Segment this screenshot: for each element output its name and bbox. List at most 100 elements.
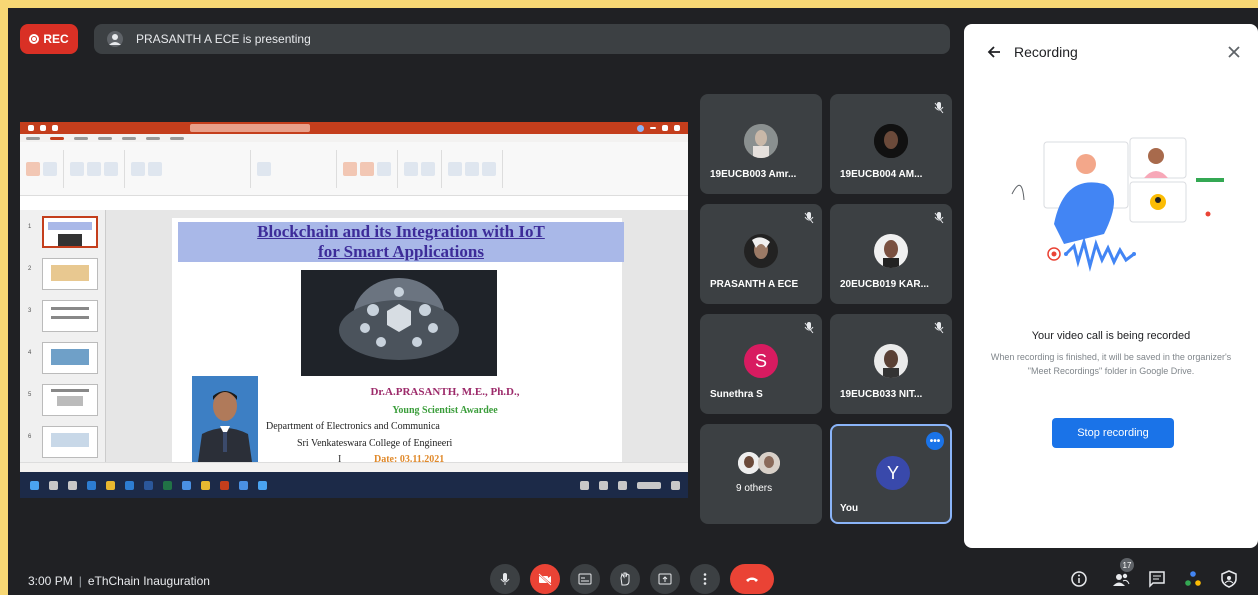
slide-thumbnail [42,384,98,416]
participant-initial-avatar: S [744,344,778,378]
word-icon [144,480,153,490]
current-time: 3:00 PM [28,574,73,588]
other-avatar [738,452,760,474]
save-icon [40,125,46,131]
shared-screen: 1 2 3 4 5 6 Blockchain and its Integrati… [20,122,688,498]
mic-button[interactable] [490,564,520,594]
tab-placeholder [98,136,112,140]
self-name: You [840,503,859,514]
store-icon [125,480,134,490]
speaker-name: Dr.A.PRASANTH, M.E., Ph.D., [370,386,520,398]
self-initial-avatar: Y [876,456,910,490]
ribbon-group [404,149,442,188]
speaker-photo [192,376,258,462]
wifi-icon [599,480,608,490]
ribbon-group [257,149,337,188]
participant-name: PRASANTH A ECE [710,279,799,290]
participant-avatar [744,234,778,268]
mic-off-icon [804,212,814,224]
leave-call-button[interactable] [730,564,774,594]
slide-thumbnail [42,426,98,458]
minimize-icon [650,127,656,129]
raise-hand-button[interactable] [610,564,640,594]
edge-icon [87,480,96,490]
more-options-button[interactable] [690,564,720,594]
ppt-ribbon-tabs [20,134,688,142]
speaker-award: Young Scientist Awardee [392,405,498,416]
present-screen-icon [658,573,672,585]
slide-thumbnail [42,258,98,290]
close-icon[interactable] [1224,42,1244,62]
host-controls-icon[interactable] [1220,570,1238,588]
slide-thumbnail [42,216,98,248]
mic-off-icon [934,322,944,334]
undo-icon [52,125,58,131]
other-avatar [758,452,780,474]
captions-button[interactable] [570,564,600,594]
ppt-status-bar [20,462,688,472]
ppt-workspace: 1 2 3 4 5 6 Blockchain and its Integrati… [20,210,688,465]
presenting-text: PRASANTH A ECE is presenting [136,32,311,46]
captions-icon [578,573,592,585]
ppt-search-box [190,124,310,132]
participant-tile[interactable]: 19EUCB003 Amr... [700,94,822,194]
hand-icon [620,572,630,586]
presenting-banner: PRASANTH A ECE is presenting [94,24,950,54]
participant-tile[interactable]: S Sunethra S [700,314,822,414]
windows-taskbar [20,472,688,498]
others-count: 9 others [736,483,773,494]
notification-center-icon [671,480,680,490]
tray-clock [637,481,661,489]
meet-window: REC PRASANTH A ECE is presenting 1 2 3 4… [8,8,1258,595]
close-window-icon [674,125,680,131]
camera-button[interactable] [530,564,560,594]
slide-thumbnails: 1 2 3 4 5 6 [20,210,106,462]
more-vert-icon [703,573,707,585]
tray-icon [580,480,589,490]
powerpoint-icon [220,480,229,490]
people-icon[interactable] [1112,570,1130,588]
search-icon [49,480,58,490]
recording-panel: Recording Your video call is being recor… [964,24,1258,548]
meeting-details-icon[interactable] [1070,570,1088,588]
recording-illustration [1011,137,1224,272]
slide-thumbnail [42,300,98,332]
iot-hand-illustration [301,270,497,376]
chat-icon[interactable] [1148,570,1166,588]
activities-icon[interactable] [1184,570,1202,588]
ribbon-group [131,149,251,188]
taskview-icon [68,480,77,490]
recording-indicator[interactable]: REC [20,24,78,54]
slide-title-line2: for Smart Applications [318,242,484,261]
participant-name: 19EUCB003 Amr... [710,169,797,180]
speaker-college: Sri Venkateswara College of Engineeri [297,438,453,449]
participant-name: 19EUCB004 AM... [840,169,923,180]
slide-thumbnail [42,342,98,374]
self-tile[interactable]: ••• Y You [830,424,952,524]
participant-tile[interactable]: 19EUCB004 AM... [830,94,952,194]
slide-title: Blockchain and its Integration with IoT … [178,222,624,262]
app-icon [258,480,267,490]
tab-placeholder [74,136,88,140]
user-avatar-icon [637,124,644,132]
ribbon-group [343,149,398,188]
panel-title: Recording [1014,44,1078,60]
stop-recording-button[interactable]: Stop recording [1052,418,1174,448]
present-button[interactable] [650,564,680,594]
mic-off-icon [934,212,944,224]
ribbon-group [26,149,64,188]
participant-avatar [874,124,908,158]
participant-avatar [874,344,908,378]
participant-tile[interactable]: PRASANTH A ECE [700,204,822,304]
back-arrow-icon[interactable] [984,42,1004,62]
ppt-ribbon [20,142,688,196]
recording-headline: Your video call is being recorded [1031,330,1191,342]
others-tile[interactable]: 9 others [700,424,822,524]
tab-placeholder [170,136,184,140]
more-options-icon[interactable]: ••• [926,432,944,450]
participant-tile[interactable]: 20EUCB019 KAR... [830,204,952,304]
app-icon [239,480,248,490]
participant-name: Sunethra S [710,389,763,400]
participant-tile[interactable]: 19EUCB033 NIT... [830,314,952,414]
ribbon-group [70,149,125,188]
